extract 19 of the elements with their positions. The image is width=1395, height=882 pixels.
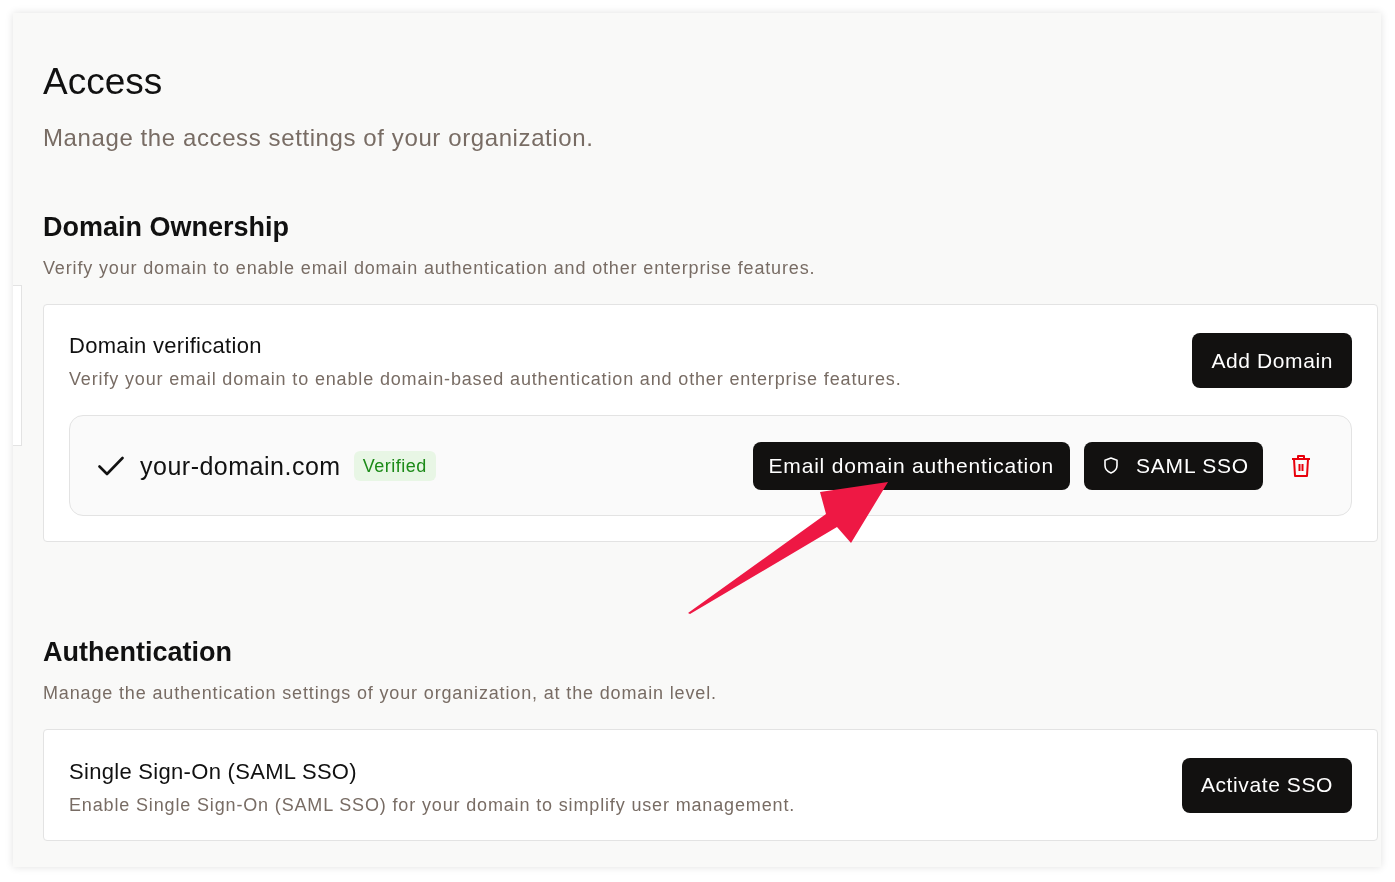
section-description: Verify your domain to enable email domain authentication and other enterprise features. xyxy=(43,257,817,280)
card-title: Domain verification xyxy=(69,333,263,359)
status-badge: Verified xyxy=(353,450,436,481)
saml-sso-button[interactable]: SAML SSO xyxy=(1084,441,1263,490)
domain-name: your-domain.com xyxy=(140,450,341,481)
delete-button[interactable] xyxy=(1291,454,1311,477)
page-subtitle: Manage the access settings of your organization. xyxy=(43,124,595,152)
shield-icon xyxy=(1104,457,1118,474)
section-heading: Domain Ownership xyxy=(43,211,291,244)
primary-button[interactable]: Activate SSO xyxy=(1181,757,1352,813)
card-title: Single Sign-On (SAML SSO) xyxy=(69,759,358,785)
section-heading: Authentication xyxy=(43,636,233,669)
primary-button[interactable]: Add Domain xyxy=(1192,333,1352,388)
card-description: Verify your email domain to enable domain-based authentication and other enterprise features. xyxy=(69,368,902,391)
action-button[interactable]: Email domain authentication xyxy=(752,441,1070,490)
page-title: Access xyxy=(43,60,164,104)
section-description: Manage the authentication settings of your organization, at the domain level. xyxy=(43,682,718,705)
trash-icon xyxy=(1291,454,1311,477)
card-description: Enable Single Sign-On (SAML SSO) for your domain to simplify user management. xyxy=(69,794,796,817)
